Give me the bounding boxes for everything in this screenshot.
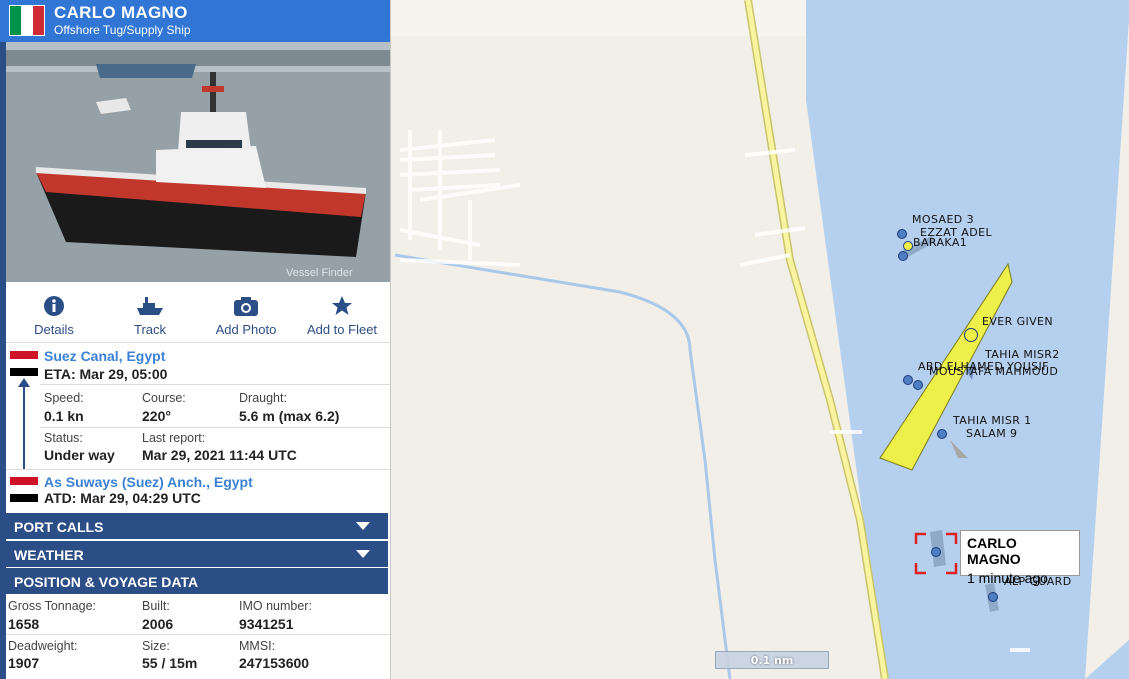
- status-value: Under way: [44, 447, 115, 463]
- track-button[interactable]: Track: [102, 288, 198, 342]
- divider: [6, 469, 390, 470]
- action-bar: Details Track Add Photo Add to Fleet: [6, 288, 390, 342]
- port-calls-section[interactable]: PORT CALLS: [6, 513, 388, 539]
- origin-port-link[interactable]: As Suways (Suez) Anch., Egypt: [44, 474, 253, 490]
- draught-value: 5.6 m (max 6.2): [239, 408, 340, 424]
- details-label: Details: [34, 322, 74, 337]
- eta-text: ETA: Mar 29, 05:00: [44, 366, 168, 382]
- photo-watermark: Vessel Finder: [286, 267, 353, 279]
- course-value: 220°: [142, 408, 171, 424]
- position-voyage-title: POSITION & VOYAGE DATA: [14, 574, 199, 590]
- atd-text: ATD: Mar 29, 04:29 UTC: [44, 490, 201, 506]
- egypt-flag-icon: [10, 351, 38, 376]
- deadweight-value: 1907: [8, 655, 40, 671]
- mmsi-value: 247153600: [239, 655, 310, 671]
- speed-value: 0.1 kn: [44, 408, 84, 424]
- last-report-label: Last report:: [142, 431, 206, 445]
- vessel-label-ever-given[interactable]: EVER GIVEN: [982, 315, 1053, 328]
- chevron-down-icon: [356, 550, 370, 558]
- weather-section[interactable]: WEATHER: [6, 541, 388, 567]
- last-report-value: Mar 29, 2021 11:44 UTC: [142, 447, 297, 463]
- camera-icon: [234, 297, 258, 316]
- divider: [6, 634, 390, 635]
- info-icon: [44, 296, 64, 316]
- imo-value: 9341251: [239, 616, 294, 632]
- ship-icon: [137, 297, 163, 315]
- vessel-label-tahia1[interactable]: TAHIA MISR 1: [953, 414, 1032, 427]
- tooltip-vessel-name: CARLO MAGNO: [967, 535, 1021, 567]
- destination-port-link[interactable]: Suez Canal, Egypt: [44, 348, 165, 364]
- gross-tonnage-label: Gross Tonnage:: [8, 599, 97, 613]
- divider: [6, 342, 390, 343]
- add-to-fleet-button[interactable]: Add to Fleet: [294, 288, 390, 342]
- vessel-label-moustafa[interactable]: MOUSTAFA MAHMOUD: [929, 365, 1058, 378]
- panel-header: CARLO MAGNO Offshore Tug/Supply Ship: [0, 0, 390, 42]
- position-voyage-section[interactable]: POSITION & VOYAGE DATA: [6, 568, 388, 594]
- course-label: Course:: [142, 391, 186, 405]
- vessel-label-mosaed[interactable]: MOSAED 3: [912, 213, 974, 226]
- egypt-flag-icon: [10, 477, 38, 502]
- track-label: Track: [133, 322, 167, 337]
- weather-title: WEATHER: [14, 547, 84, 563]
- mmsi-label: MMSI:: [239, 639, 276, 653]
- vessel-tooltip: CARLO MAGNO 1 minute ago: [960, 530, 1080, 586]
- built-value: 2006: [142, 616, 174, 632]
- draught-label: Draught:: [239, 391, 287, 405]
- vessel-type: Offshore Tug/Supply Ship: [54, 23, 191, 37]
- add-photo-button[interactable]: Add Photo: [198, 288, 294, 342]
- add-to-fleet-label: Add to Fleet: [306, 322, 378, 337]
- map-scale-bar: 0.1 nm: [715, 651, 829, 669]
- italy-flag-icon: [9, 5, 45, 36]
- tooltip-last-seen: 1 minute ago: [967, 570, 1048, 586]
- vessel-photo[interactable]: Vessel Finder: [6, 42, 390, 282]
- chevron-down-icon: [356, 522, 370, 530]
- divider: [40, 427, 390, 428]
- deadweight-label: Deadweight:: [8, 639, 78, 653]
- imo-label: IMO number:: [239, 599, 312, 613]
- speed-label: Speed:: [44, 391, 84, 405]
- port-calls-title: PORT CALLS: [14, 519, 104, 535]
- vessel-label-baraka[interactable]: BARAKA1: [913, 236, 967, 249]
- add-photo-label: Add Photo: [215, 322, 277, 337]
- app: MOSAED 3 EZZAT ADEL BARAKA1 EVER GIVEN T…: [0, 0, 1129, 679]
- size-label: Size:: [142, 639, 170, 653]
- size-value: 55 / 15m: [142, 655, 198, 671]
- vessel-label-salam[interactable]: SALAM 9: [966, 427, 1017, 440]
- built-label: Built:: [142, 599, 170, 613]
- gross-tonnage-value: 1658: [8, 616, 40, 632]
- vessel-panel: CARLO MAGNO Offshore Tug/Supply Ship Ves…: [0, 0, 391, 679]
- status-label: Status:: [44, 431, 83, 445]
- divider: [40, 384, 390, 385]
- vessel-name: CARLO MAGNO: [54, 3, 188, 22]
- star-icon: [332, 296, 352, 315]
- route-line: [23, 384, 25, 470]
- details-button[interactable]: Details: [6, 288, 102, 342]
